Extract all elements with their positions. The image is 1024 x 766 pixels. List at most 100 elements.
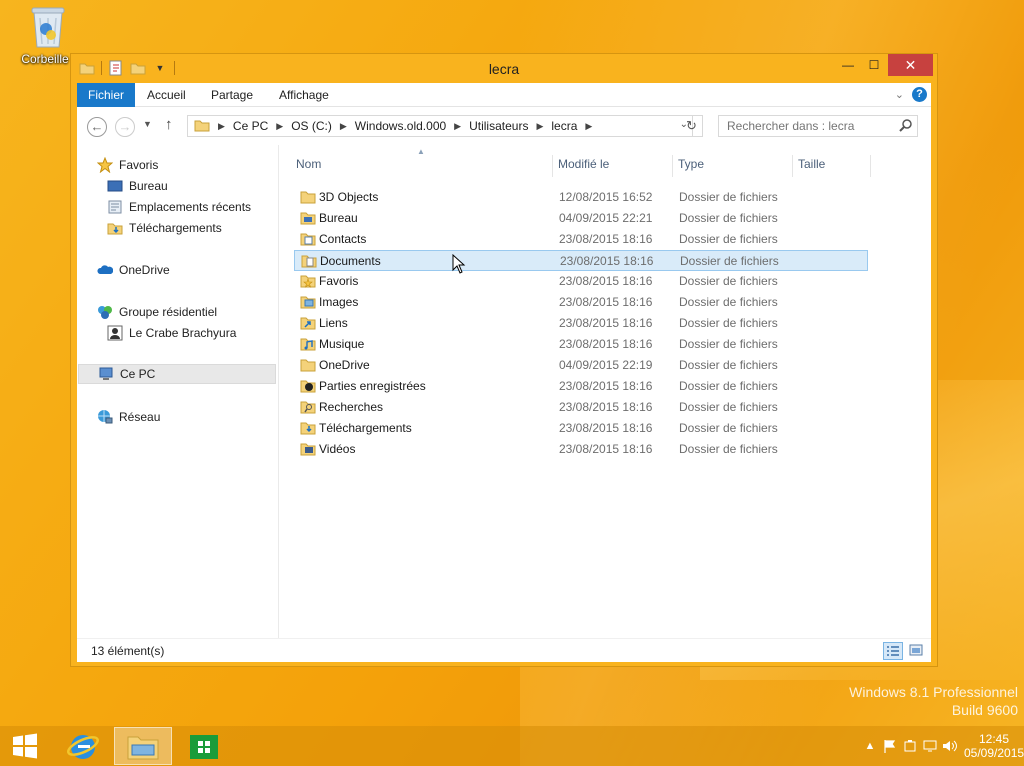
file-name: Images: [319, 295, 359, 309]
chevron-right-icon[interactable]: ▶: [340, 121, 347, 132]
start-button[interactable]: [0, 727, 50, 765]
file-row[interactable]: Recherches 23/08/2015 18:16 Dossier de fic…: [294, 397, 868, 418]
nav-ce-pc[interactable]: Ce PC: [78, 364, 276, 384]
column-divider[interactable]: [870, 155, 871, 177]
maximize-button[interactable]: ☐: [860, 54, 888, 76]
file-row[interactable]: Contacts 23/08/2015 18:16 Dossier de fichi…: [294, 229, 868, 250]
nav-favoris[interactable]: Favoris: [96, 155, 158, 175]
action-center-flag-icon[interactable]: [880, 736, 900, 756]
nav-groupe-residentiel[interactable]: Groupe résidentiel: [97, 302, 217, 322]
clock-time: 12:45: [978, 732, 1010, 746]
file-row[interactable]: 3D Objects 12/08/2015 16:52 Dossier de fic…: [294, 187, 868, 208]
chevron-right-icon[interactable]: ▶: [536, 121, 543, 132]
recent-locations-dropdown[interactable]: ▼: [143, 119, 152, 129]
file-row[interactable]: Musique 23/08/2015 18:16 Dossier de fichie…: [294, 334, 868, 355]
nav-reseau[interactable]: Réseau: [97, 407, 160, 427]
up-button[interactable]: ↑: [165, 116, 173, 133]
nav-onedrive-label: OneDrive: [119, 263, 170, 277]
tab-fichier[interactable]: Fichier: [77, 83, 135, 107]
breadcrumb-utilisateurs[interactable]: Utilisateurs: [469, 119, 528, 133]
desktop-icon: [107, 178, 123, 194]
refresh-button[interactable]: ↻: [681, 115, 703, 137]
column-divider[interactable]: [672, 155, 673, 177]
file-row[interactable]: Favoris 23/08/2015 18:16 Dossier de fichie…: [294, 271, 868, 292]
nav-onedrive[interactable]: OneDrive: [97, 260, 170, 280]
nav-telechargements[interactable]: Téléchargements: [107, 218, 222, 238]
large-icons-view-button[interactable]: [907, 642, 927, 660]
close-button[interactable]: ✕: [888, 54, 933, 76]
tab-accueil[interactable]: Accueil: [137, 83, 196, 107]
minimize-button[interactable]: —: [834, 54, 862, 76]
show-hidden-icons-icon[interactable]: ▲: [860, 736, 880, 756]
nav-reseau-label: Réseau: [119, 410, 161, 424]
file-type: Dossier de fichiers: [680, 254, 779, 268]
window-title: lecra: [488, 61, 520, 77]
ribbon-right-controls: ⌄ ?: [895, 87, 927, 102]
title-bar[interactable]: ▼ lecra — ☐ ✕: [71, 54, 937, 84]
file-type: Dossier de fichiers: [679, 274, 778, 288]
taskbar-store[interactable]: [175, 727, 233, 765]
file-modified-date: 04/09/2015 22:19: [559, 358, 653, 372]
column-divider[interactable]: [552, 155, 553, 177]
file-row[interactable]: Documents 23/08/2015 18:16 Dossier de fich…: [294, 250, 868, 271]
recycle-bin-desktop-icon[interactable]: Corbeille: [20, 4, 76, 66]
file-row[interactable]: Liens 23/08/2015 18:16 Dossier de fichiers: [294, 313, 868, 334]
breadcrumb-lecra[interactable]: lecra: [551, 119, 577, 133]
chevron-right-icon[interactable]: ▶: [454, 121, 461, 132]
nav-recent-label: Emplacements récents: [129, 200, 252, 214]
file-name: Téléchargements: [319, 421, 412, 435]
breadcrumb-windows-old[interactable]: Windows.old.000: [355, 119, 446, 133]
recent-places-icon: [107, 199, 123, 215]
file-explorer-window: ▼ lecra — ☐ ✕ Fichier Accueil Partage Af…: [70, 53, 938, 667]
search-icon[interactable]: [899, 118, 913, 132]
user-icon: [107, 325, 123, 341]
file-row[interactable]: Bureau 04/09/2015 22:21 Dossier de fichier…: [294, 208, 868, 229]
favorites-folder-icon: [300, 274, 316, 288]
taskbar-file-explorer[interactable]: [114, 727, 172, 765]
tab-affichage[interactable]: Affichage: [269, 83, 339, 107]
nav-homegroup-user[interactable]: Le Crabe Brachyura: [107, 323, 236, 343]
watermark-build: Build 9600: [951, 702, 1018, 718]
ribbon-tabs: Fichier Accueil Partage Affichage ⌄ ?: [77, 83, 931, 107]
file-type: Dossier de fichiers: [679, 295, 778, 309]
contacts-folder-icon: [300, 232, 316, 246]
file-modified-date: 23/08/2015 18:16: [559, 442, 653, 456]
clock[interactable]: 12:45 05/09/2015: [964, 732, 1024, 760]
file-row[interactable]: Téléchargements 23/08/2015 18:16 Dossier d…: [294, 418, 868, 439]
file-modified-date: 04/09/2015 22:21: [559, 211, 653, 225]
file-type: Dossier de fichiers: [679, 400, 778, 414]
details-view-button[interactable]: [883, 642, 903, 660]
mouse-cursor-icon: [452, 254, 466, 274]
chevron-right-icon[interactable]: ▶: [276, 121, 283, 132]
forward-button[interactable]: →: [115, 117, 135, 137]
nav-emplacements-recents[interactable]: Emplacements récents: [107, 197, 251, 217]
search-input[interactable]: [718, 115, 918, 137]
taskbar-internet-explorer[interactable]: [54, 727, 112, 765]
nav-bureau[interactable]: Bureau: [107, 176, 168, 196]
volume-icon[interactable]: [940, 736, 960, 756]
file-row[interactable]: OneDrive 04/09/2015 22:19 Dossier de fichi…: [294, 355, 868, 376]
help-icon[interactable]: ?: [912, 87, 927, 102]
file-name: Bureau: [319, 211, 358, 225]
address-bar[interactable]: ▶ Ce PC ▶ OS (C:) ▶ Windows.old.000 ▶ Ut…: [187, 115, 693, 137]
file-name: Recherches: [319, 400, 384, 414]
column-header-name[interactable]: Nom: [296, 157, 321, 177]
back-button[interactable]: ←: [87, 117, 107, 137]
column-header-type[interactable]: Type: [678, 157, 704, 177]
tab-partage[interactable]: Partage: [201, 83, 263, 107]
column-header-size[interactable]: Taille: [798, 157, 825, 177]
computer-icon: [98, 366, 114, 382]
breadcrumb-ce-pc[interactable]: Ce PC: [233, 119, 268, 133]
network-tray-icon[interactable]: [920, 736, 940, 756]
breadcrumb-os-c[interactable]: OS (C:): [291, 119, 332, 133]
chevron-right-icon[interactable]: ▶: [585, 121, 592, 132]
file-row[interactable]: Images 23/08/2015 18:16 Dossier de fichier…: [294, 292, 868, 313]
column-header-modified[interactable]: Modifié le: [558, 157, 609, 177]
power-icon[interactable]: [900, 736, 920, 756]
file-row[interactable]: Vidéos 23/08/2015 18:16 Dossier de fichier…: [294, 439, 868, 460]
expand-ribbon-icon[interactable]: ⌄: [895, 88, 904, 101]
file-explorer-icon: [127, 736, 159, 760]
file-row[interactable]: Parties enregistrées 23/08/2015 18:16 Doss…: [294, 376, 868, 397]
column-divider[interactable]: [792, 155, 793, 177]
chevron-right-icon[interactable]: ▶: [218, 121, 225, 132]
